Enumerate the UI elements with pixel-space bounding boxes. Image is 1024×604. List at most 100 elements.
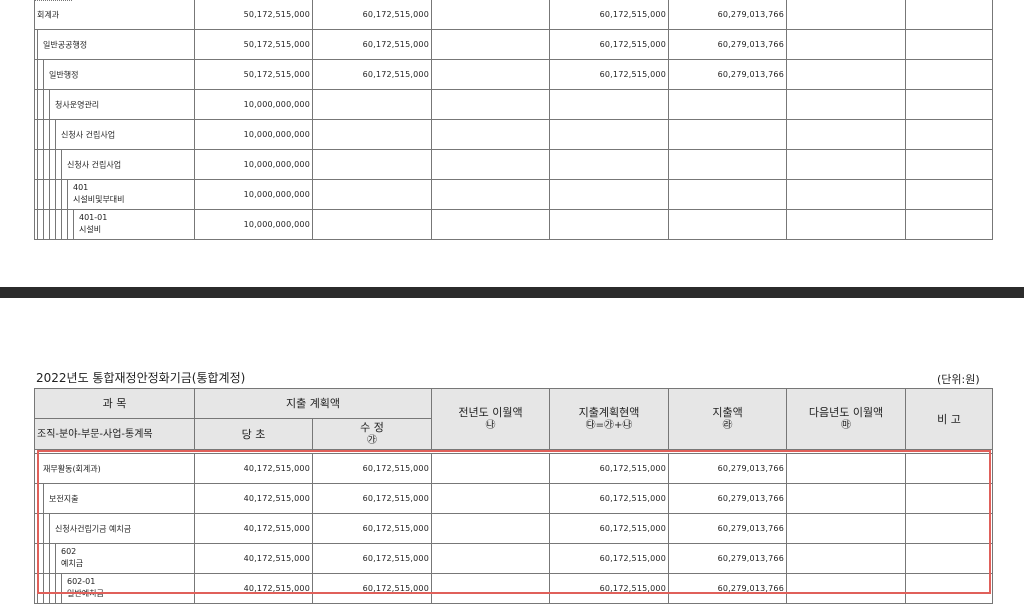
header-daeum: 다음년도 이월액 ㉲ xyxy=(786,388,907,450)
header-jichul-plan: 지출 계획액 xyxy=(193,388,433,419)
subject-code: 401-01 xyxy=(79,213,108,222)
cell-dangcho: 50,172,515,000 xyxy=(194,0,313,30)
cell-bigo xyxy=(905,149,993,180)
cell-dangcho: 10,000,000,000 xyxy=(194,89,313,120)
row-subject: 401 시설비및부대비 xyxy=(34,179,195,210)
cell-dangcho: 40,172,515,000 xyxy=(194,513,313,544)
cell-jichul xyxy=(668,119,787,150)
indent-line xyxy=(37,544,38,573)
row-subject: 신청사건립기금 예치금 xyxy=(34,513,195,544)
cell-bigo xyxy=(905,89,993,120)
cell-dangcho: 10,000,000,000 xyxy=(194,149,313,180)
indent-line xyxy=(43,90,44,119)
indent-line xyxy=(37,60,38,89)
row-subject: 일반행정 xyxy=(34,59,195,90)
cell-jichul: 60,279,013,766 xyxy=(668,573,788,604)
expenditure-table-bottom: 과 목 지출 계획액 전년도 이월액 ㉯ 지출계획현액 ㉰=㉮+㉯ 지출액 ㉱ … xyxy=(33,388,994,604)
header-dangcho: 당 초 xyxy=(194,418,313,450)
cell-bigo xyxy=(905,513,994,544)
subject-code: 602 xyxy=(61,547,77,556)
header-jichul-label: 지출액 xyxy=(712,406,743,419)
indent-line xyxy=(49,150,50,179)
header-gwamok-sub-label: 조직-분야-부문-사업-통계목 xyxy=(37,428,153,440)
table-row: 보전지출 40,172,515,000 60,172,515,000 60,172,5… xyxy=(34,483,994,514)
subject-wrap: 신청사 건립사업 xyxy=(36,150,194,179)
indent-line xyxy=(67,180,68,209)
header-jeonyeondo-label: 전년도 이월액 xyxy=(458,406,523,419)
subject-wrap: 602 예치금 xyxy=(36,544,194,573)
header-hyeonaek-label: 지출계획현액 xyxy=(578,406,640,419)
cell-jeonyeondo xyxy=(431,0,550,30)
indent-line xyxy=(61,210,62,239)
header-jeonyeondo-mark: ㉯ xyxy=(485,420,496,431)
cell-jichul xyxy=(668,89,787,120)
cell-bigo xyxy=(905,179,993,210)
indent-line xyxy=(55,210,56,239)
cell-daeum xyxy=(786,119,906,150)
subject-wrap: 회계과 xyxy=(36,1,194,29)
table-body-bottom: 재무활동(회계과) 40,172,515,000 60,172,515,000 60,… xyxy=(34,453,994,604)
cell-daeum xyxy=(786,149,906,180)
cell-dangcho: 10,000,000,000 xyxy=(194,179,313,210)
cell-jeonyeondo xyxy=(431,29,550,60)
indent-line xyxy=(73,210,74,239)
cell-sujeong xyxy=(312,119,432,150)
cell-sujeong: 60,172,515,000 xyxy=(312,59,432,90)
indent-line xyxy=(43,180,44,209)
indent-line xyxy=(49,544,50,573)
indent-line xyxy=(49,120,50,149)
subject-text: 회계과 xyxy=(37,10,60,19)
cell-daeum xyxy=(786,0,906,30)
indent-line xyxy=(37,210,38,239)
row-subject: 회계과 xyxy=(34,0,195,30)
header-sujeong-mark: ㉮ xyxy=(367,435,377,446)
subject-wrap: 일반행정 xyxy=(36,60,194,89)
subject-wrap: 401 시설비및부대비 xyxy=(36,180,194,209)
header-jichul: 지출액 ㉱ xyxy=(668,388,788,450)
cell-hyeonaek xyxy=(549,209,669,240)
table-row: 재무활동(회계과) 40,172,515,000 60,172,515,000 60,… xyxy=(34,453,994,484)
row-subject: 청사운영관리 xyxy=(34,89,195,120)
header-hyeonaek: 지출계획현액 ㉰=㉮+㉯ xyxy=(549,388,670,450)
indent-line xyxy=(43,484,44,513)
cell-jichul: 60,279,013,766 xyxy=(668,453,788,484)
cell-jeonyeondo xyxy=(431,209,550,240)
indent-line xyxy=(55,180,56,209)
cell-bigo xyxy=(905,209,993,240)
header-daeum-label: 다음년도 이월액 xyxy=(808,406,884,419)
cell-bigo xyxy=(905,59,993,90)
subject-text: 602 예치금 xyxy=(61,546,83,570)
header-jichul-mark: ㉱ xyxy=(722,420,733,431)
table-body-top: 회계과 50,172,515,000 60,172,515,000 60,172,51… xyxy=(34,0,993,240)
cell-hyeonaek: 60,172,515,000 xyxy=(549,453,670,484)
indent-line xyxy=(37,30,38,59)
cell-bigo xyxy=(905,119,993,150)
cell-bigo xyxy=(905,483,994,514)
indent-line xyxy=(61,150,62,179)
indent-line xyxy=(49,574,50,603)
header-bigo: 비 고 xyxy=(905,388,994,450)
cell-dangcho: 40,172,515,000 xyxy=(194,483,313,514)
cell-hyeonaek: 60,172,515,000 xyxy=(549,0,669,30)
cell-jichul: 60,279,013,766 xyxy=(668,59,787,90)
cell-sujeong xyxy=(312,149,432,180)
subject-wrap: 401-01 시설비 xyxy=(36,210,194,239)
subject-text: 신청사건립기금 예치금 xyxy=(55,524,132,533)
subject-text: 청사운영관리 xyxy=(55,100,100,109)
row-subject: 신청사 건립사업 xyxy=(34,149,195,180)
subject-text: 신청사 건립사업 xyxy=(67,160,122,169)
cell-sujeong: 60,172,515,000 xyxy=(311,483,433,514)
subject-code: 401 xyxy=(73,183,89,192)
cell-bigo xyxy=(905,573,994,604)
cell-jichul xyxy=(668,149,787,180)
indent-line xyxy=(61,574,62,603)
indent-line xyxy=(67,210,68,239)
indent-line xyxy=(37,574,38,603)
subject-text: 602-01 일반예치금 xyxy=(67,576,104,600)
table-row: 일반공공행정 50,172,515,000 60,172,515,000 60,172… xyxy=(34,29,993,60)
subject-title: 일반예치금 xyxy=(67,589,104,598)
header-jeonyeondo: 전년도 이월액 ㉯ xyxy=(431,388,551,450)
cell-daeum xyxy=(786,89,906,120)
indent-line xyxy=(37,514,38,543)
table-row: 401-01 시설비 10,000,000,000 xyxy=(34,209,993,240)
